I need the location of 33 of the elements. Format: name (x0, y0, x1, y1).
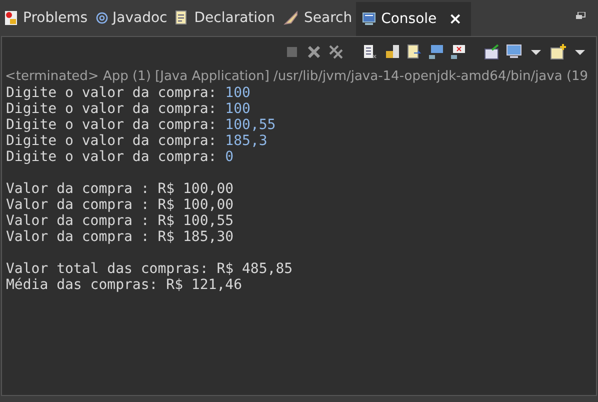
maximize-icon[interactable] (576, 12, 586, 20)
tab[interactable]: Javadoc (92, 0, 172, 36)
problems-icon (4, 10, 18, 26)
console-output: Valor da compra : R$ 185,30 (6, 229, 234, 245)
document-arrow-icon[interactable] (406, 44, 422, 60)
console-prompt: Digite o valor da compra: (6, 117, 218, 133)
console-input-text: 100 (225, 101, 250, 117)
console-prompt: Digite o valor da compra: (6, 149, 218, 165)
console-prompt: Digite o valor da compra: (6, 101, 218, 117)
console-input-text: 185,3 (225, 133, 268, 149)
remove-icon[interactable] (306, 44, 322, 60)
document-icon (175, 10, 190, 26)
console-input-text: 0 (225, 149, 234, 165)
tab[interactable]: Declaration (171, 0, 279, 36)
console-input-text: 100,55 (225, 117, 276, 133)
new-window-icon[interactable] (550, 44, 566, 60)
status-line: <terminated> App (1) [Java Application] /usr/lib/jvm/java-14-openjdk-amd64/bin/java (19 (4, 69, 590, 85)
console-output: Média das compras: R$ 121,46 (6, 277, 242, 293)
tab[interactable]: Search (278, 0, 356, 36)
console-output: Valor total das compras: R$ 485,85 (6, 261, 293, 277)
remove-all-icon[interactable] (328, 44, 344, 60)
console-prompt: Digite o valor da compra: (6, 133, 218, 149)
tab[interactable]: Console × (356, 2, 472, 36)
monitor-error-icon[interactable] (450, 44, 466, 60)
window-pin-icon[interactable] (484, 44, 500, 60)
console-output: Valor da compra : R$ 100,55 (6, 213, 234, 229)
clear-document-icon[interactable] (362, 44, 378, 60)
tab[interactable]: Problems (0, 0, 92, 36)
console-output: Valor da compra : R$ 100,00 (6, 181, 234, 197)
console-input-text: 100 (225, 85, 250, 101)
console-prompt: Digite o valor da compra: (6, 85, 218, 101)
console-output: Valor da compra : R$ 100,00 (6, 197, 234, 213)
close-button[interactable]: × (446, 7, 466, 31)
